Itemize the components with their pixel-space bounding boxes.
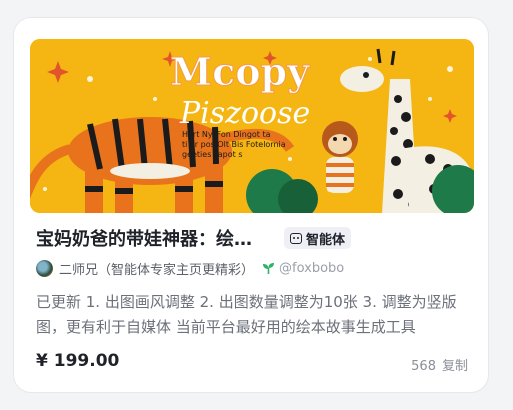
- agent-type-badge: 智能体: [284, 227, 352, 249]
- author-handle[interactable]: @foxbobo: [279, 261, 344, 276]
- cover-subtitle: Piszoose: [179, 96, 310, 131]
- cover-illustration: Mcopy Piszoose Hort Ny. Fon Dingot ta ti…: [30, 39, 474, 213]
- avatar[interactable]: [36, 259, 53, 277]
- agent-type-label: 智能体: [306, 232, 346, 248]
- title-row: 宝妈奶爸的带娃神器：绘本故事生成 智能体: [36, 225, 466, 251]
- cover-caption-3: geeties Fapot s: [182, 150, 243, 159]
- cover-image[interactable]: Mcopy Piszoose Hort Ny. Fon Dingot ta ti…: [30, 39, 474, 213]
- sprout-icon: [263, 262, 275, 274]
- cover-caption-1: Hort Ny. Fon Dingot ta: [182, 130, 271, 139]
- copies-label: 复制: [441, 359, 468, 374]
- agent-title[interactable]: 宝妈奶爸的带娃神器：绘本故事生成: [36, 225, 256, 251]
- author-name[interactable]: 二师兄（智能体专家主页更精彩）: [59, 259, 254, 278]
- agent-card[interactable]: Mcopy Piszoose Hort Ny. Fon Dingot ta ti…: [13, 17, 489, 393]
- copy-stats: 568 复制: [411, 355, 468, 374]
- author-row[interactable]: 二师兄（智能体专家主页更精彩） @foxbobo: [36, 258, 344, 278]
- agent-description: 已更新 1. 出图画风调整 2. 出图数量调整为10张 3. 调整为竖版图，更有…: [36, 293, 457, 336]
- price-label: ¥ 199.00: [36, 351, 120, 371]
- robot-icon: [290, 232, 302, 244]
- cover-title: Mcopy: [170, 49, 310, 94]
- cover-caption-2: ti or pos Olt Bis Fotelornia: [182, 140, 286, 149]
- copies-count: 568: [411, 359, 436, 374]
